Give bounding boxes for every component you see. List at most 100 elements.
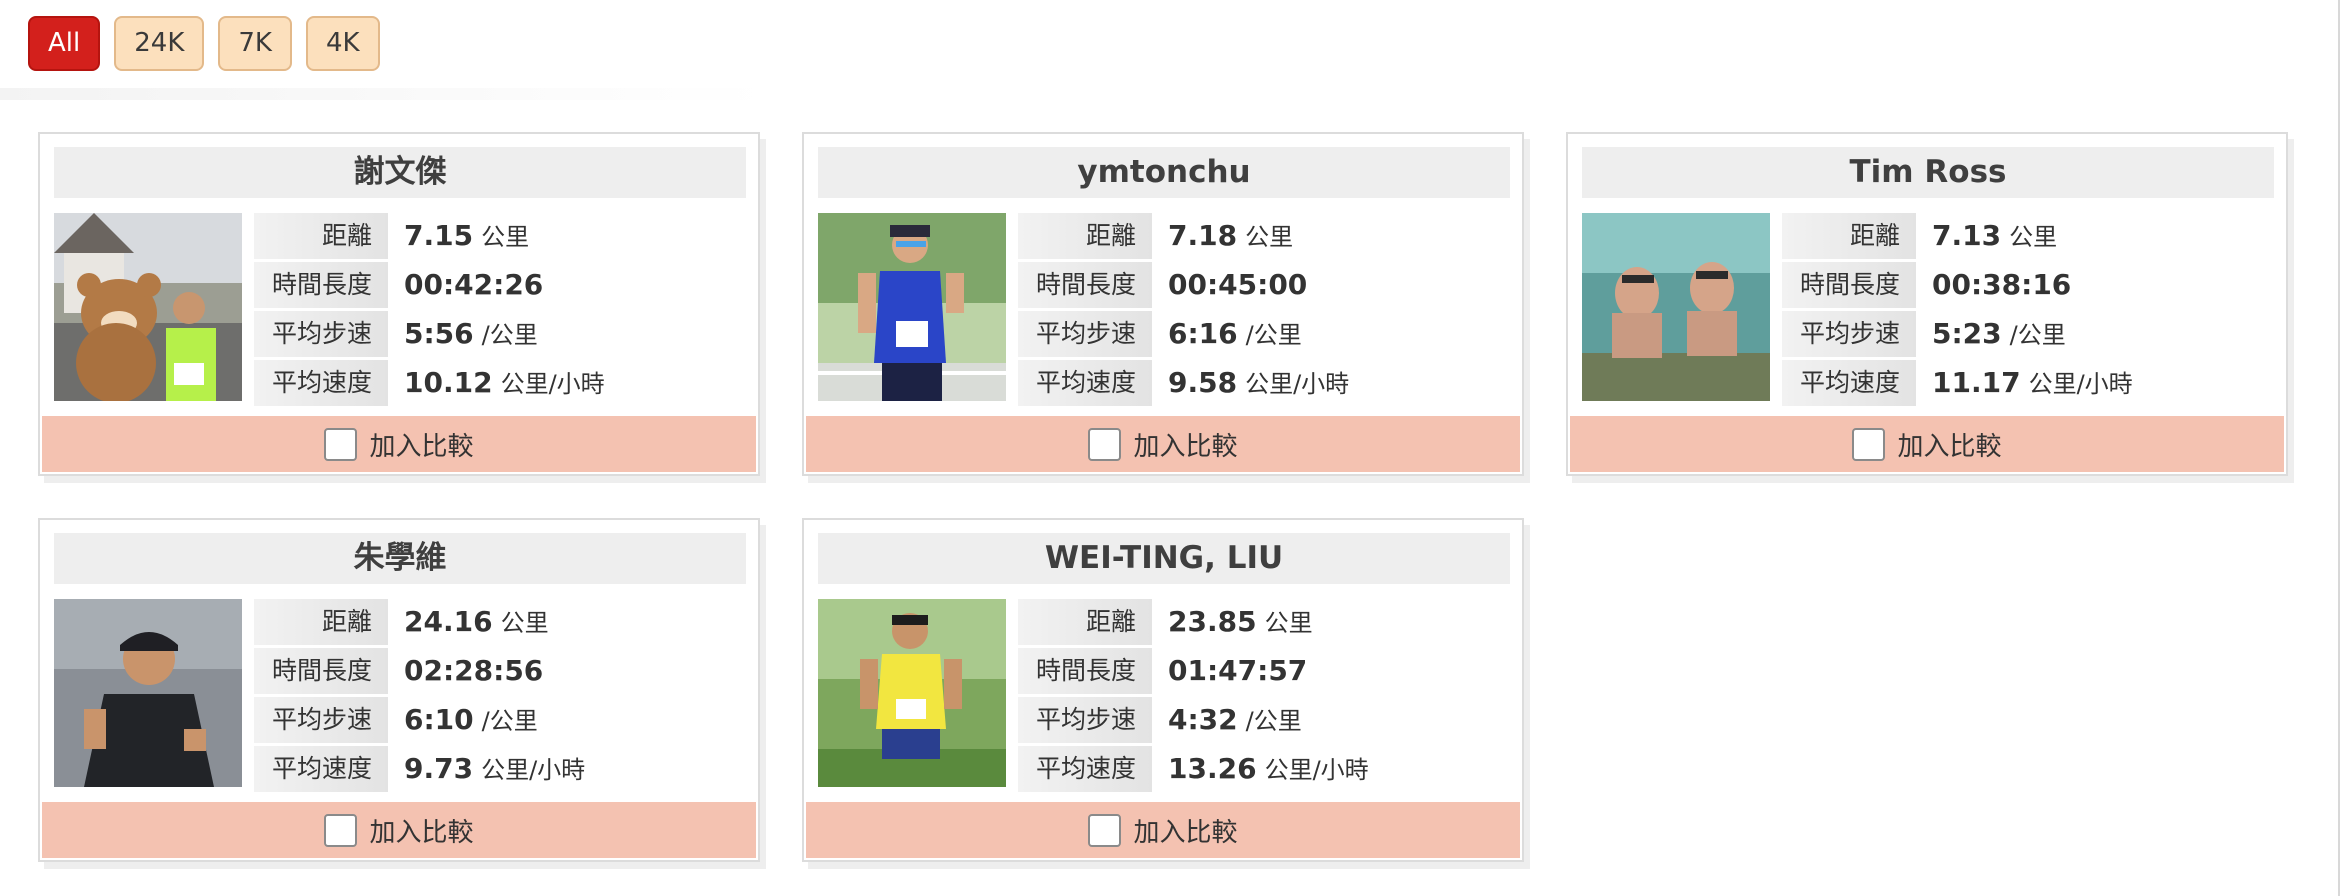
filter-all-button[interactable]: All	[28, 16, 101, 71]
duration-value: 00:42:26	[404, 268, 544, 301]
distance-label: 距離	[254, 599, 388, 645]
compare-checkbox[interactable]	[324, 813, 358, 847]
stat-speed: 平均速度 9.73 公里/小時	[254, 746, 754, 792]
filter-4k-button[interactable]: 4K	[305, 16, 380, 71]
speed-unit: 公里/小時	[481, 756, 586, 784]
stat-distance: 距離 24.16 公里	[254, 599, 754, 645]
pace-unit: /公里	[481, 707, 538, 735]
add-to-compare-bar[interactable]: 加入比較	[806, 802, 1520, 858]
pace-value: 6:10	[404, 703, 474, 736]
distance-value: 24.16	[404, 605, 493, 638]
runner-photo	[1582, 213, 1770, 401]
add-to-compare-bar[interactable]: 加入比較	[806, 416, 1520, 472]
speed-unit: 公里/小時	[500, 370, 605, 398]
add-to-compare-bar[interactable]: 加入比較	[1570, 416, 2284, 472]
speed-unit: 公里/小時	[1245, 370, 1350, 398]
runner-photo	[818, 213, 1006, 401]
distance-value: 7.13	[1932, 219, 2002, 252]
stat-distance: 距離 7.13 公里	[1782, 213, 2282, 259]
distance-label: 距離	[1782, 213, 1916, 259]
stat-pace: 平均步速 5:23/公里	[1782, 311, 2282, 357]
runner-card: 謝文傑 距離 7.15 公里 時間長度 00:42:26 平均步速 5:56/公里…	[38, 132, 760, 476]
pace-label: 平均步速	[1782, 311, 1916, 357]
runner-name: 謝文傑	[54, 147, 746, 198]
distance-unit: 公里	[1245, 223, 1294, 251]
distance-value: 7.15	[404, 219, 474, 252]
add-to-compare-bar[interactable]: 加入比較	[42, 802, 756, 858]
speed-label: 平均速度	[1018, 746, 1152, 792]
stat-duration: 時間長度 02:28:56	[254, 648, 754, 694]
stat-distance: 距離 7.15 公里	[254, 213, 754, 259]
runner-photo	[54, 599, 242, 787]
stat-speed: 平均速度 10.12 公里/小時	[254, 360, 754, 406]
distance-value: 7.18	[1168, 219, 1238, 252]
duration-label: 時間長度	[254, 262, 388, 308]
compare-checkbox[interactable]	[1852, 427, 1886, 461]
duration-label: 時間長度	[1018, 648, 1152, 694]
add-to-compare-bar[interactable]: 加入比較	[42, 416, 756, 472]
runner-card: ymtonchu 距離 7.18 公里 時間長度 00:45:00 平均步速 6:…	[802, 132, 1524, 476]
speed-label: 平均速度	[254, 360, 388, 406]
speed-unit: 公里/小時	[2028, 370, 2133, 398]
compare-label: 加入比較	[369, 817, 474, 848]
compare-checkbox[interactable]	[1088, 813, 1122, 847]
filter-7k-button[interactable]: 7K	[218, 16, 292, 71]
distance-unit: 公里	[481, 223, 530, 251]
distance-label: 距離	[254, 213, 388, 259]
pace-unit: /公里	[2009, 321, 2066, 349]
runner-name: 朱學維	[54, 533, 746, 584]
distance-value: 23.85	[1168, 605, 1257, 638]
duration-value: 01:47:57	[1168, 654, 1308, 687]
duration-value: 00:45:00	[1168, 268, 1308, 301]
stat-duration: 時間長度 01:47:57	[1018, 648, 1518, 694]
compare-label: 加入比較	[369, 431, 474, 462]
duration-label: 時間長度	[1782, 262, 1916, 308]
runner-card: WEI-TING, LIU 距離 23.85 公里 時間長度 01:47:57 平…	[802, 518, 1524, 862]
speed-value: 9.73	[404, 752, 474, 785]
speed-label: 平均速度	[1782, 360, 1916, 406]
duration-label: 時間長度	[254, 648, 388, 694]
runner-card: Tim Ross 距離 7.13 公里 時間長度 00:38:16 平均步速 5:…	[1566, 132, 2288, 476]
duration-label: 時間長度	[1018, 262, 1152, 308]
runner-name: ymtonchu	[818, 147, 1510, 198]
distance-label: 距離	[1018, 599, 1152, 645]
compare-checkbox[interactable]	[324, 427, 358, 461]
stat-pace: 平均步速 4:32/公里	[1018, 697, 1518, 743]
divider	[0, 88, 770, 100]
stat-duration: 時間長度 00:45:00	[1018, 262, 1518, 308]
duration-value: 02:28:56	[404, 654, 544, 687]
compare-label: 加入比較	[1133, 431, 1238, 462]
pace-label: 平均步速	[1018, 697, 1152, 743]
speed-unit: 公里/小時	[1264, 756, 1369, 784]
pace-label: 平均步速	[254, 311, 388, 357]
speed-label: 平均速度	[1018, 360, 1152, 406]
speed-label: 平均速度	[254, 746, 388, 792]
stat-pace: 平均步速 5:56/公里	[254, 311, 754, 357]
distance-unit: 公里	[500, 609, 549, 637]
duration-value: 00:38:16	[1932, 268, 2072, 301]
stat-speed: 平均速度 11.17 公里/小時	[1782, 360, 2282, 406]
stat-duration: 時間長度 00:42:26	[254, 262, 754, 308]
scrollbar-edge	[2338, 0, 2340, 896]
filter-24k-button[interactable]: 24K	[114, 16, 205, 71]
speed-value: 9.58	[1168, 366, 1238, 399]
runner-photo	[818, 599, 1006, 787]
pace-value: 6:16	[1168, 317, 1238, 350]
speed-value: 13.26	[1168, 752, 1257, 785]
pace-unit: /公里	[1245, 321, 1302, 349]
compare-label: 加入比較	[1897, 431, 2002, 462]
compare-label: 加入比較	[1133, 817, 1238, 848]
distance-unit: 公里	[2009, 223, 2058, 251]
distance-unit: 公里	[1264, 609, 1313, 637]
runner-card: 朱學維 距離 24.16 公里 時間長度 02:28:56 平均步速 6:10/公…	[38, 518, 760, 862]
stat-distance: 距離 23.85 公里	[1018, 599, 1518, 645]
distance-filter-bar: All 24K 7K 4K	[28, 16, 380, 71]
stat-speed: 平均速度 13.26 公里/小時	[1018, 746, 1518, 792]
pace-value: 5:23	[1932, 317, 2002, 350]
compare-checkbox[interactable]	[1088, 427, 1122, 461]
stat-pace: 平均步速 6:16/公里	[1018, 311, 1518, 357]
pace-value: 5:56	[404, 317, 474, 350]
pace-label: 平均步速	[254, 697, 388, 743]
speed-value: 11.17	[1932, 366, 2021, 399]
stat-distance: 距離 7.18 公里	[1018, 213, 1518, 259]
